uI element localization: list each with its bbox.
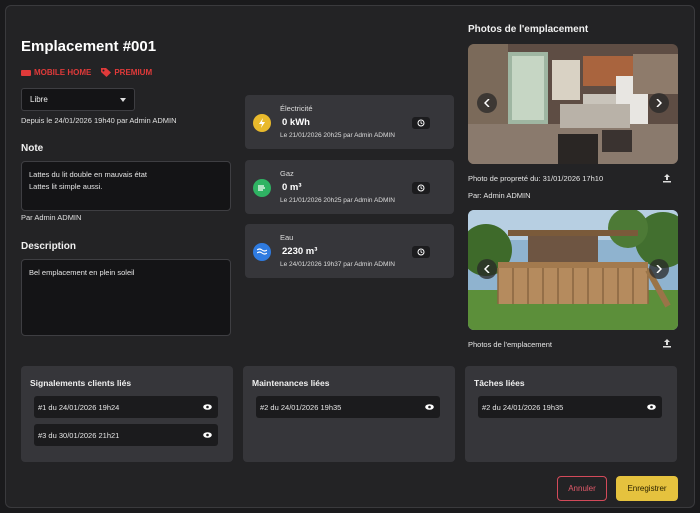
interior-photo-image [468,44,678,164]
tasks-panel: Tâches liées #2 du 24/01/2026 19h35 [465,366,677,462]
photo-interior[interactable] [468,44,678,164]
meter-updated: Le 21/01/2026 20h25 par Admin ADMIN [280,132,395,139]
meter-updated: Le 21/01/2026 20h25 par Admin ADMIN [280,197,395,204]
photo-caption: Photo de propreté du: 31/01/2026 17h10 [468,174,604,183]
note-line: Lattes du lit double en mauvais état [29,170,147,179]
maintenance-label: #2 du 24/01/2026 19h35 [260,402,342,412]
flame-icon [253,179,271,197]
maintenance-item[interactable]: #2 du 24/01/2026 19h35 [256,396,440,418]
maintenance-panel: Maintenances liées #2 du 24/01/2026 19h3… [243,366,455,462]
tasks-heading: Tâches liées [474,378,525,388]
history-icon [417,184,425,192]
chevron-down-icon [120,97,126,102]
photos-heading: Photos de l'emplacement [468,24,589,35]
meter-gas: Gaz 0 m³ Le 21/01/2026 20h25 par Admin A… [245,160,454,214]
photo-exterior[interactable] [468,210,678,330]
note-author: Par Admin ADMIN [21,213,82,222]
history-button[interactable] [412,246,430,258]
photo-next-button[interactable] [649,259,669,279]
report-label: #3 du 30/01/2026 21h21 [38,430,120,440]
meter-label: Eau [280,233,294,242]
meter-water: Eau 2230 m³ Le 24/01/2026 19h37 par Admi… [245,224,454,278]
water-icon [253,243,271,261]
tag-label: MOBILE HOME [34,68,92,77]
report-item[interactable]: #1 du 24/01/2026 19h24 [34,396,218,418]
upload-icon[interactable] [662,338,672,348]
reports-panel: Signalements clients liés #1 du 24/01/20… [21,366,233,462]
meter-electricity: Électricité 0 kWh Le 21/01/2026 20h25 pa… [245,95,454,149]
status-select[interactable]: Libre [21,88,135,111]
meter-updated: Le 24/01/2026 19h37 par Admin ADMIN [280,261,395,268]
meter-value: 0 m³ [282,182,302,193]
emplacement-modal: Emplacement #001 MOBILE HOME PREMIUM Lib… [5,5,695,508]
status-select-value: Libre [30,95,48,104]
cancel-button[interactable]: Annuler [557,476,607,501]
report-label: #1 du 24/01/2026 19h24 [38,402,120,412]
note-line: Lattes lit simple aussi. [29,182,103,191]
task-label: #2 du 24/01/2026 19h35 [482,402,564,412]
lightning-icon [253,114,271,132]
tag-icon [101,68,112,77]
upload-icon[interactable] [662,173,672,183]
tag-list: MOBILE HOME PREMIUM [21,68,152,77]
task-item[interactable]: #2 du 24/01/2026 19h35 [478,396,662,418]
exterior-photo-image [468,210,678,330]
meter-label: Électricité [280,104,313,113]
status-since: Depuis le 24/01/2026 19h40 par Admin ADM… [21,116,177,125]
photo-prev-button[interactable] [477,259,497,279]
meter-value: 2230 m³ [282,246,318,257]
home-icon [21,69,31,76]
description-heading: Description [21,241,77,252]
description-value: Bel emplacement en plein soleil [29,268,135,277]
eye-icon[interactable] [203,432,212,438]
eye-icon[interactable] [203,404,212,410]
report-item[interactable]: #3 du 30/01/2026 21h21 [34,424,218,446]
save-button[interactable]: Enregistrer [616,476,678,501]
tag-label: PREMIUM [114,68,153,77]
eye-icon[interactable] [425,404,434,410]
tag-premium: PREMIUM [101,68,152,77]
photo-next-button[interactable] [649,93,669,113]
meter-value: 0 kWh [282,117,310,128]
tag-mobile-home: MOBILE HOME [21,68,91,77]
history-button[interactable] [412,117,430,129]
meter-label: Gaz [280,169,294,178]
chevron-left-icon [484,265,490,273]
photo-author: Par: Admin ADMIN [468,191,531,200]
photo-caption: Photos de l'emplacement [468,340,552,349]
history-icon [417,119,425,127]
chevron-left-icon [484,99,490,107]
reports-heading: Signalements clients liés [30,378,132,388]
history-icon [417,248,425,256]
eye-icon[interactable] [647,404,656,410]
maintenance-heading: Maintenances liées [252,378,330,388]
note-textarea[interactable]: Lattes du lit double en mauvais état Lat… [21,161,231,211]
history-button[interactable] [412,182,430,194]
description-textarea[interactable]: Bel emplacement en plein soleil [21,259,231,336]
page-title: Emplacement #001 [21,38,157,55]
photo-prev-button[interactable] [477,93,497,113]
chevron-right-icon [656,99,662,107]
note-heading: Note [21,143,44,154]
chevron-right-icon [656,265,662,273]
